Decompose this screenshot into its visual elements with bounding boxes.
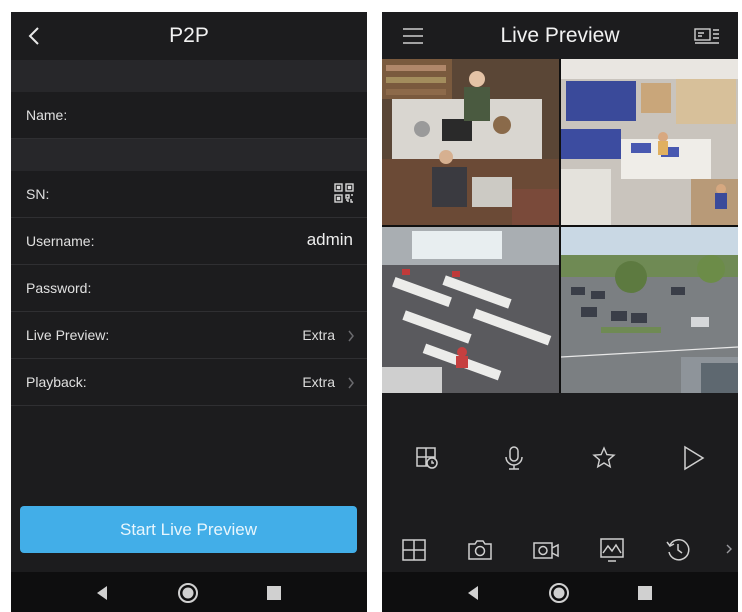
live-preview-screen: Live Preview bbox=[382, 12, 738, 612]
camera-tile-3[interactable] bbox=[382, 227, 559, 393]
star-icon[interactable] bbox=[590, 444, 618, 472]
p2p-screen: P2P Name: SN: Username: admin Password: … bbox=[11, 12, 367, 612]
android-nav-bar bbox=[11, 572, 367, 612]
camera-tile-2[interactable] bbox=[561, 59, 738, 225]
video-grid bbox=[382, 59, 738, 393]
playback-value: Extra bbox=[302, 374, 335, 390]
nav-home-icon[interactable] bbox=[548, 582, 570, 604]
sn-label: SN: bbox=[26, 186, 50, 202]
live-preview-stream-select[interactable]: Live Preview: Extra bbox=[11, 312, 367, 359]
play-icon[interactable] bbox=[679, 444, 707, 472]
live-preview-value: Extra bbox=[302, 327, 335, 343]
section-divider bbox=[11, 60, 367, 92]
chevron-right-icon[interactable] bbox=[724, 542, 734, 556]
username-field[interactable]: Username: admin bbox=[11, 218, 367, 265]
p2p-header: P2P bbox=[11, 12, 367, 60]
password-label: Password: bbox=[26, 280, 92, 296]
page-title: P2P bbox=[169, 24, 209, 47]
nav-back-icon[interactable] bbox=[91, 582, 113, 604]
image-adjust-icon[interactable] bbox=[598, 536, 626, 564]
history-icon[interactable] bbox=[664, 536, 692, 564]
android-nav-bar bbox=[382, 572, 738, 612]
live-preview-header: Live Preview bbox=[382, 12, 738, 60]
split-layout-icon[interactable] bbox=[400, 536, 428, 564]
nav-back-icon[interactable] bbox=[462, 582, 484, 604]
sn-field[interactable]: SN: bbox=[11, 171, 367, 218]
section-divider bbox=[11, 139, 367, 171]
playback-grid-icon[interactable] bbox=[413, 444, 441, 472]
chevron-right-icon bbox=[347, 377, 355, 389]
qr-code-icon[interactable] bbox=[333, 182, 355, 204]
chevron-right-icon bbox=[347, 330, 355, 342]
camera-tile-4[interactable] bbox=[561, 227, 738, 393]
nav-recents-icon[interactable] bbox=[634, 582, 656, 604]
camera-icon[interactable] bbox=[466, 536, 494, 564]
video-record-icon[interactable] bbox=[532, 536, 560, 564]
nav-home-icon[interactable] bbox=[177, 582, 199, 604]
camera-tile-1[interactable] bbox=[382, 59, 559, 225]
nav-recents-icon[interactable] bbox=[263, 582, 285, 604]
start-live-preview-button[interactable]: Start Live Preview bbox=[20, 506, 357, 553]
name-field[interactable]: Name: bbox=[11, 92, 367, 139]
camera-list-icon[interactable] bbox=[694, 26, 720, 46]
playback-stream-select[interactable]: Playback: Extra bbox=[11, 359, 367, 406]
playback-label: Playback: bbox=[26, 374, 87, 390]
password-field[interactable]: Password: bbox=[11, 265, 367, 312]
page-title: Live Preview bbox=[500, 24, 620, 47]
live-preview-label: Live Preview: bbox=[26, 327, 110, 343]
username-label: Username: bbox=[26, 233, 95, 249]
username-value[interactable]: admin bbox=[307, 230, 353, 250]
microphone-icon[interactable] bbox=[500, 444, 528, 472]
name-label: Name: bbox=[26, 107, 68, 123]
